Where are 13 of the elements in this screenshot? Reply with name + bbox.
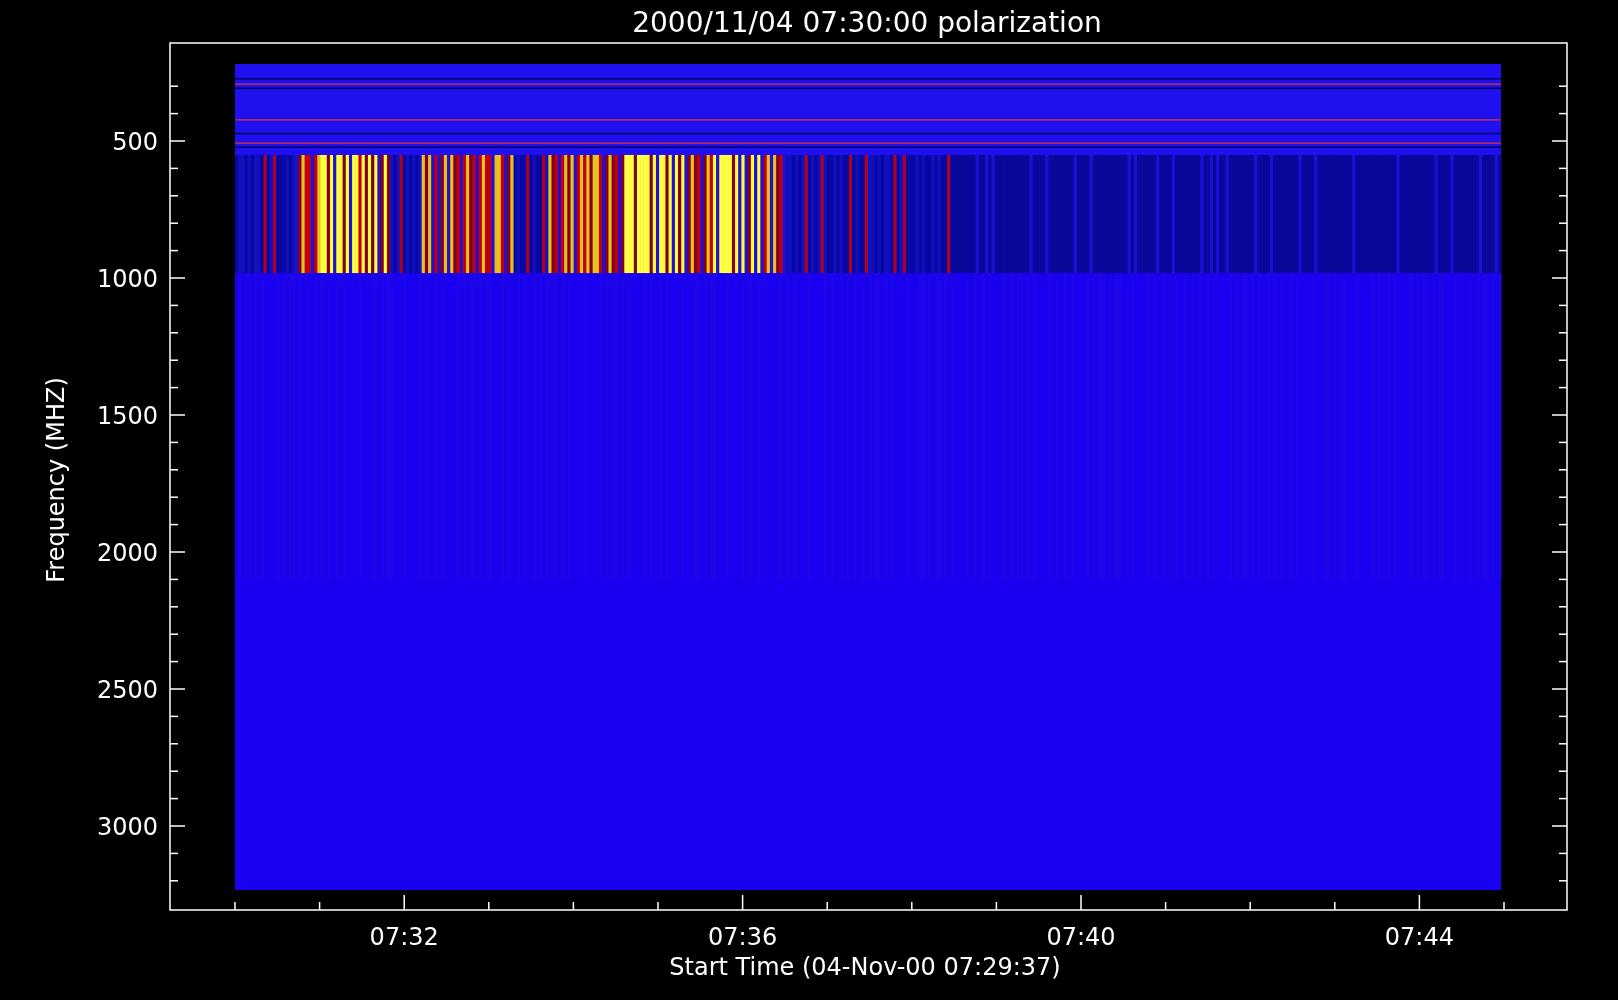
tick-label: 1000 bbox=[96, 265, 158, 293]
tick-label: 07:36 bbox=[708, 923, 778, 951]
tick-label: 2500 bbox=[96, 676, 158, 704]
axis-title: Frequency (MHZ) bbox=[42, 377, 70, 583]
tick-label: 3000 bbox=[96, 813, 158, 841]
tick-label: 07:40 bbox=[1046, 923, 1116, 951]
tick-label: 500 bbox=[112, 128, 158, 156]
tick-label: 07:32 bbox=[369, 923, 439, 951]
chart-title: 2000/11/04 07:30:00 polarization bbox=[632, 6, 1102, 39]
tick-label: 1500 bbox=[96, 402, 158, 430]
axis-title: Start Time (04-Nov-00 07:29:37) bbox=[669, 953, 1061, 981]
tick-label: 07:44 bbox=[1384, 923, 1454, 951]
tick-label: 2000 bbox=[96, 539, 158, 567]
